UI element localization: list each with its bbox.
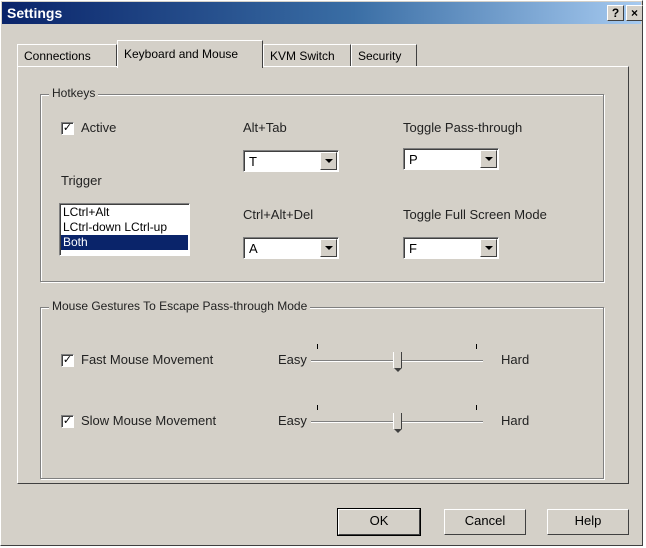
tab-kvm-switch[interactable]: KVM Switch (263, 44, 351, 66)
check-mark-icon: ✓ (62, 354, 73, 366)
tab-security[interactable]: Security (351, 44, 417, 66)
help-button[interactable]: Help (547, 509, 629, 535)
toggle-pass-through-dropdown[interactable]: P (403, 148, 499, 170)
mouse-gestures-group: Mouse Gestures To Escape Pass-through Mo… (40, 299, 604, 479)
ctrl-alt-del-dropdown[interactable]: A (243, 237, 339, 259)
toggle-full-screen-arrow-icon[interactable] (480, 239, 497, 257)
toggle-full-screen-dropdown[interactable]: F (403, 237, 499, 259)
fast-easy-label: Easy (278, 352, 307, 367)
toggle-pass-through-arrow-icon[interactable] (480, 150, 497, 168)
slow-slider-thumb[interactable] (392, 413, 402, 433)
fast-mouse-label: Fast Mouse Movement (81, 352, 214, 367)
trigger-option-lctrl-down-up[interactable]: LCtrl-down LCtrl-up (61, 220, 188, 235)
ctrl-alt-del-label: Ctrl+Alt+Del (243, 207, 314, 222)
tab-panel: Hotkeys ✓ Active Trigger LCtrl+Alt LCtrl… (17, 66, 629, 484)
trigger-option-both[interactable]: Both (61, 235, 188, 250)
toggle-full-screen-label: Toggle Full Screen Mode (403, 207, 547, 222)
ok-button[interactable]: OK (337, 508, 421, 536)
fast-mouse-checkbox[interactable]: ✓ (61, 354, 74, 367)
ctrl-alt-del-dropdown-arrow-icon[interactable] (320, 239, 337, 257)
alt-tab-value: T (249, 154, 257, 169)
tab-keyboard-and-mouse[interactable]: Keyboard and Mouse (117, 40, 263, 68)
slow-hard-label: Hard (501, 413, 530, 428)
trigger-label: Trigger (61, 173, 102, 188)
fast-slider-thumb[interactable] (392, 352, 402, 372)
trigger-option-lctrl-alt[interactable]: LCtrl+Alt (61, 205, 188, 220)
fast-mouse-slider[interactable] (311, 344, 483, 374)
alt-tab-dropdown[interactable]: T (243, 150, 339, 172)
slow-easy-label: Easy (278, 413, 307, 428)
cancel-button[interactable]: Cancel (444, 509, 526, 535)
slow-slider-tick-min (317, 405, 318, 410)
slow-mouse-checkbox[interactable]: ✓ (61, 415, 74, 428)
help-title-button[interactable]: ? (607, 5, 624, 21)
settings-window: Settings ? × Connections Keyboard and Mo… (0, 0, 643, 546)
mouse-gestures-group-title: Mouse Gestures To Escape Pass-through Mo… (49, 299, 311, 313)
tab-connections[interactable]: Connections (17, 44, 117, 66)
ctrl-alt-del-value: A (249, 241, 258, 256)
close-button[interactable]: × (626, 5, 643, 21)
title-bar[interactable]: Settings ? × (2, 2, 643, 24)
slow-mouse-label: Slow Mouse Movement (81, 413, 217, 428)
toggle-full-screen-value: F (409, 241, 417, 256)
toggle-pass-through-value: P (409, 152, 418, 167)
slow-slider-tick-max (476, 405, 477, 410)
alt-tab-dropdown-arrow-icon[interactable] (320, 152, 337, 170)
fast-slider-tick-max (476, 344, 477, 349)
window-title: Settings (7, 5, 63, 21)
trigger-listbox[interactable]: LCtrl+Alt LCtrl-down LCtrl-up Both (59, 203, 190, 256)
hotkeys-group-title: Hotkeys (49, 86, 99, 100)
hotkeys-group: Hotkeys ✓ Active Trigger LCtrl+Alt LCtrl… (40, 86, 604, 282)
alt-tab-label: Alt+Tab (243, 120, 287, 135)
fast-slider-tick-min (317, 344, 318, 349)
slow-mouse-slider[interactable] (311, 405, 483, 435)
check-mark-icon: ✓ (62, 122, 73, 134)
active-checkbox[interactable]: ✓ (61, 122, 74, 135)
fast-hard-label: Hard (501, 352, 530, 367)
check-mark-icon: ✓ (62, 415, 73, 427)
toggle-pass-through-label: Toggle Pass-through (403, 120, 523, 135)
active-label: Active (81, 120, 117, 135)
